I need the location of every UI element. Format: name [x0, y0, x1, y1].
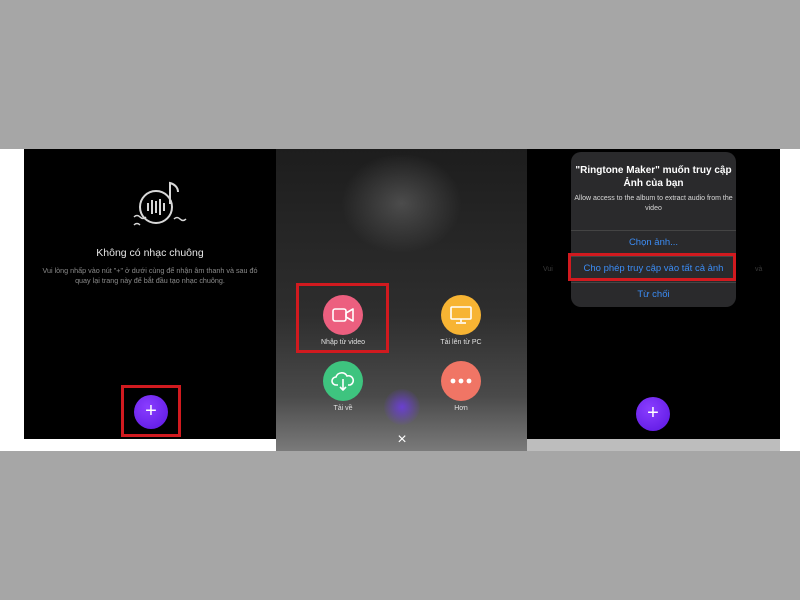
alert-message: Allow access to the album to extract aud…	[574, 195, 733, 212]
bottom-bar	[527, 439, 780, 451]
more-dots-icon	[441, 361, 481, 401]
permission-alert: "Ringtone Maker" muốn truy cập Ảnh của b…	[571, 152, 736, 307]
music-note-icon	[133, 181, 187, 226]
highlight-box-allow-all	[568, 253, 736, 281]
add-ringtone-button[interactable]: +	[636, 397, 670, 431]
menu-label: Tải lên từ PC	[440, 339, 482, 346]
empty-ringtones-screen: Không có nhạc chuông Vui lòng nhấp vào n…	[24, 149, 276, 439]
monitor-icon	[441, 295, 481, 335]
upload-from-pc-button[interactable]: Tải lên từ PC	[416, 295, 506, 346]
menu-label: Hơn	[454, 405, 468, 412]
highlight-box-import-video	[296, 283, 389, 353]
more-button[interactable]: Hơn	[416, 361, 506, 412]
dimmed-background-text: và	[755, 266, 763, 273]
blurred-add-button	[384, 389, 420, 425]
import-menu-screen: Nhập từ video Tải lên từ PC Tải về Hơn ×	[276, 149, 527, 451]
empty-state-description: Vui lòng nhấp vào nút "+" ở dưới cùng để…	[42, 266, 258, 285]
alert-title: "Ringtone Maker" muốn truy cập Ảnh của b…	[575, 165, 732, 189]
cloud-download-icon	[323, 361, 363, 401]
highlight-box-add-button	[121, 385, 181, 437]
empty-state-title: Không có nhạc chuông	[96, 247, 204, 259]
deny-button[interactable]: Từ chối	[571, 283, 736, 307]
select-photos-button[interactable]: Chọn ảnh...	[571, 231, 736, 255]
dimmed-background-text: Vui	[543, 266, 553, 273]
download-button[interactable]: Tải về	[298, 361, 388, 412]
close-icon[interactable]: ×	[392, 432, 412, 448]
menu-label: Tải về	[333, 405, 353, 412]
photo-permission-screen: Vui và "Ringtone Maker" muốn truy cập Ản…	[527, 149, 780, 439]
